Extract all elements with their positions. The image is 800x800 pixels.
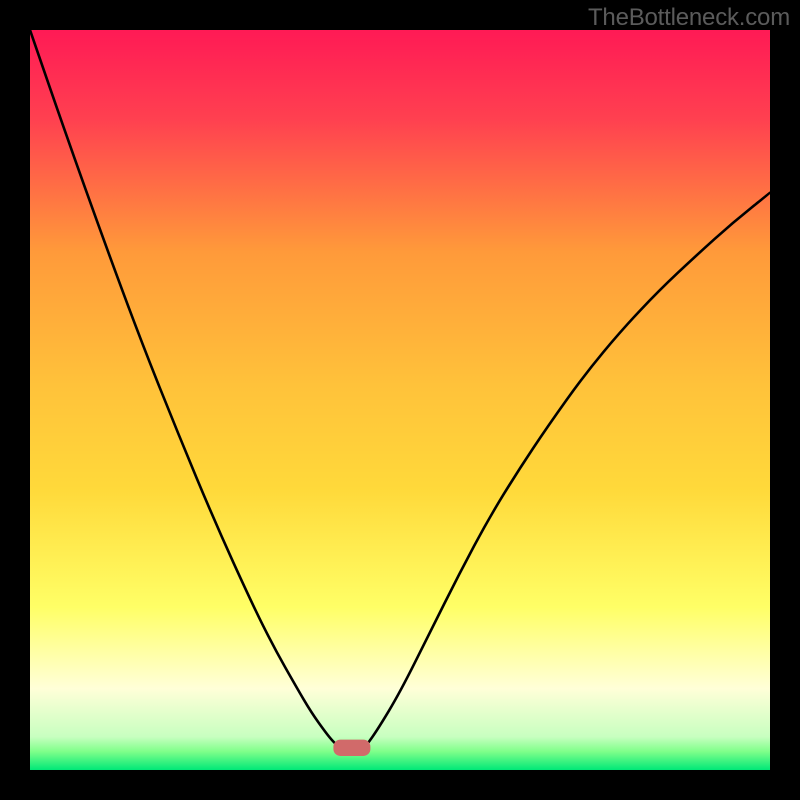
watermark-text: TheBottleneck.com [588, 4, 790, 32]
plot-svg [30, 30, 770, 770]
gradient-background [30, 30, 770, 770]
chart-frame: TheBottleneck.com [0, 0, 800, 800]
plot-area [30, 30, 770, 770]
valley-marker [333, 740, 370, 756]
